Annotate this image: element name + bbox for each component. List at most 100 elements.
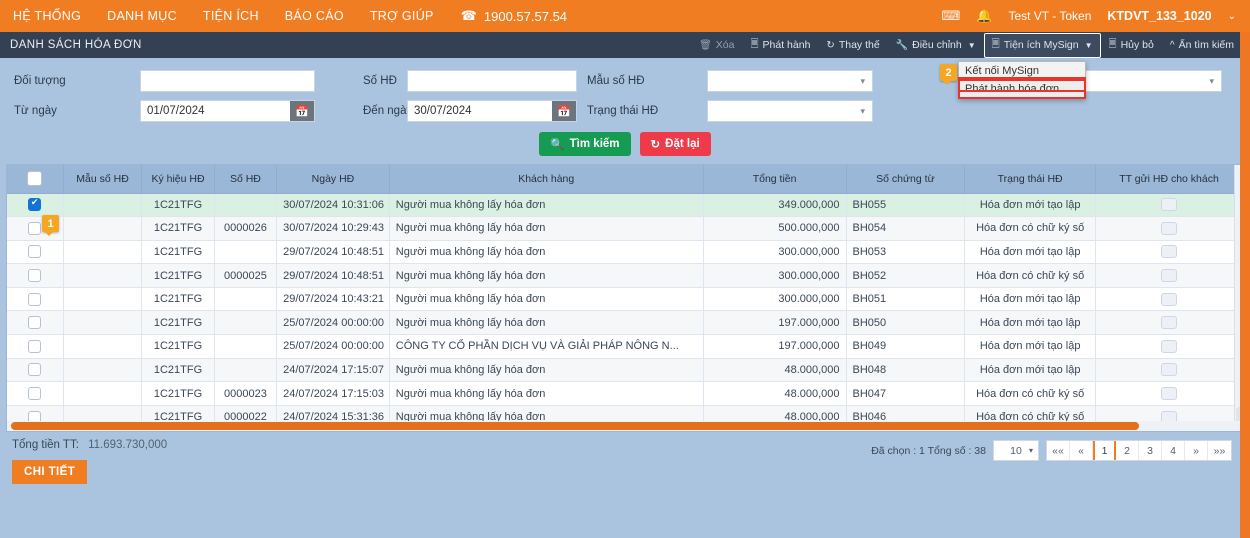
- user-code-label[interactable]: KTDVT_133_1020: [1107, 9, 1211, 23]
- table-row[interactable]: 1C21TFG 25/07/2024 00:00:00 Người mua khôn…: [7, 310, 1243, 336]
- table-horizontal-scrollbar[interactable]: [7, 421, 1243, 431]
- menu-item-tro-giup[interactable]: TRỢ GIÚP: [357, 9, 447, 23]
- cell-ky-hieu-hd: 1C21TFG: [141, 334, 215, 359]
- tu-ngay-value: 01/07/2024: [147, 105, 205, 117]
- menu-item-he-thong[interactable]: HỆ THỐNG: [0, 9, 94, 23]
- cell-tt-gui-hd[interactable]: [1095, 193, 1243, 218]
- table-row[interactable]: 1C21TFG 0000026 30/07/2024 10:29:43 Người m…: [7, 216, 1243, 241]
- row-checkbox-cell[interactable]: [7, 193, 64, 218]
- page-button[interactable]: 1: [1093, 441, 1116, 460]
- send-status-checkbox[interactable]: [1161, 245, 1178, 259]
- trang-thai-hd-select[interactable]: ▾: [707, 100, 873, 122]
- send-status-checkbox[interactable]: [1161, 387, 1178, 401]
- row-checkbox[interactable]: [28, 316, 42, 330]
- row-checkbox-cell[interactable]: [7, 287, 64, 312]
- calendar-icon[interactable]: 📅: [290, 101, 314, 121]
- den-ngay-input[interactable]: 30/07/2024 📅: [407, 100, 577, 122]
- send-status-checkbox[interactable]: [1161, 198, 1178, 212]
- select-all-checkbox[interactable]: [27, 171, 43, 187]
- table-row[interactable]: 1C21TFG 29/07/2024 10:48:51 Người mua khôn…: [7, 240, 1243, 265]
- page-button[interactable]: »»: [1208, 441, 1231, 460]
- row-checkbox[interactable]: [28, 197, 42, 212]
- row-checkbox-cell[interactable]: [7, 263, 64, 288]
- cell-so-hd: [214, 310, 278, 336]
- toolbar-adjust-button[interactable]: 🔧 Điều chỉnh ▼: [888, 35, 984, 55]
- send-status-checkbox[interactable]: [1161, 269, 1178, 283]
- row-checkbox-cell[interactable]: [7, 381, 64, 406]
- cell-tt-gui-hd[interactable]: [1095, 334, 1243, 359]
- reset-button[interactable]: ↻ Đặt lại: [639, 132, 711, 156]
- row-checkbox[interactable]: [28, 387, 42, 401]
- cell-tt-gui-hd[interactable]: [1095, 263, 1243, 288]
- cell-tt-gui-hd[interactable]: [1095, 216, 1243, 241]
- invoice-table: Mẫu số HĐ Ký hiệu HĐ Số HĐ Ngày HĐ Khách…: [7, 165, 1243, 430]
- toolbar-delete-button[interactable]: 🗑 Xóa: [691, 35, 742, 55]
- cell-tt-gui-hd[interactable]: [1095, 381, 1243, 406]
- keyboard-icon[interactable]: ⌨: [941, 8, 960, 24]
- chevron-down-icon[interactable]: ⌄: [1228, 11, 1236, 22]
- toolbar-mysign-button[interactable]: 🗏 Tiện ích MySign ▼: [983, 32, 1101, 58]
- send-status-checkbox[interactable]: [1161, 339, 1178, 353]
- cell-tt-gui-hd[interactable]: [1095, 310, 1243, 336]
- row-checkbox[interactable]: [28, 245, 42, 259]
- row-checkbox[interactable]: [28, 221, 42, 235]
- cell-khach-hang: CÔNG TY CỔ PHẦN DỊCH VỤ VÀ GIẢI PHÁP NÔN…: [389, 334, 704, 359]
- so-hd-input[interactable]: [407, 70, 577, 92]
- page-button[interactable]: 4: [1162, 441, 1185, 460]
- row-checkbox[interactable]: [28, 339, 42, 353]
- header-select-all[interactable]: [7, 165, 64, 194]
- send-status-checkbox[interactable]: [1161, 363, 1178, 377]
- row-checkbox[interactable]: [28, 292, 42, 306]
- cell-tt-gui-hd[interactable]: [1095, 358, 1243, 383]
- row-checkbox-cell[interactable]: [7, 240, 64, 265]
- page-buttons: «« «1 2 3 4»»»: [1046, 440, 1232, 461]
- dropdown-item-phat-hanh-hoa-don[interactable]: Phát hành hóa đơn: [958, 79, 1086, 99]
- mau-so-hd-select[interactable]: ▾: [707, 70, 873, 92]
- table-row[interactable]: 1C21TFG 30/07/2024 10:31:06Người mua khôn…: [7, 193, 1243, 218]
- cell-so-hd: [214, 193, 278, 218]
- mysign-dropdown-menu[interactable]: Kết nối MySign Phát hành hóa đơn: [958, 61, 1086, 99]
- page-button[interactable]: 2: [1116, 441, 1139, 460]
- table-row[interactable]: 1C21TFG 24/07/2024 17:15:07 Người mua khôn…: [7, 358, 1243, 383]
- tu-ngay-input[interactable]: 01/07/2024 📅: [140, 100, 315, 122]
- bell-icon[interactable]: 🔔: [976, 8, 992, 24]
- cell-tt-gui-hd[interactable]: [1095, 240, 1243, 265]
- toolbar-hide-search-button[interactable]: ^ Ẩn tìm kiếm: [1162, 35, 1242, 55]
- table-row[interactable]: 1C21TFG 0000023 24/07/2024 17:15:03 Người m…: [7, 381, 1243, 406]
- search-button[interactable]: 🔍 Tìm kiếm: [539, 132, 631, 156]
- row-checkbox-cell[interactable]: [7, 310, 64, 336]
- row-checkbox-cell[interactable]: [7, 334, 64, 359]
- doi-tuong-input[interactable]: [140, 70, 315, 92]
- menu-item-danh-muc[interactable]: DANH MỤC: [94, 9, 190, 23]
- detail-button[interactable]: CHI TIẾT: [12, 460, 88, 484]
- page-button[interactable]: »: [1185, 441, 1208, 460]
- chevron-down-icon: ▾: [860, 105, 865, 116]
- menu-item-tien-ich[interactable]: TIỆN ÍCH: [190, 9, 272, 23]
- table-row[interactable]: 1C21TFG 0000025 29/07/2024 10:48:51 Người m…: [7, 263, 1243, 288]
- calendar-icon[interactable]: 📅: [552, 101, 576, 121]
- row-checkbox[interactable]: [28, 363, 42, 377]
- row-checkbox[interactable]: [28, 269, 42, 283]
- page-size-select[interactable]: 10 ▾: [993, 440, 1039, 461]
- toolbar-replace-button[interactable]: ↻ Thay thế: [818, 35, 887, 55]
- table-row[interactable]: 1C21TFG 25/07/2024 00:00:00 CÔNG TY CỔ PHẦ…: [7, 334, 1243, 359]
- step-badge-2: 2: [940, 64, 957, 85]
- toolbar-cancel-button[interactable]: 🗏 Hủy bỏ: [1101, 33, 1162, 58]
- page-button[interactable]: 3: [1139, 441, 1162, 460]
- table-row[interactable]: 1C21TFG 29/07/2024 10:43:21 Người mua khôn…: [7, 287, 1243, 312]
- send-status-checkbox[interactable]: [1161, 292, 1178, 306]
- page-button[interactable]: ««: [1047, 441, 1070, 460]
- pagination: Đã chọn : 1 Tổng số : 38 10 ▾ «« «1 2 3 4»»»: [871, 440, 1232, 461]
- cell-so-hd: [214, 358, 278, 383]
- menu-item-bao-cao[interactable]: BÁO CÁO: [272, 9, 357, 23]
- row-checkbox-cell[interactable]: [7, 358, 64, 383]
- horizontal-scroll-thumb[interactable]: [11, 422, 1139, 430]
- toolbar-publish-button[interactable]: 🗏 Phát hành: [742, 33, 818, 58]
- cell-khach-hang: Người mua không lấy hóa đơn: [389, 240, 704, 265]
- send-status-checkbox[interactable]: [1161, 221, 1178, 235]
- toolbar-mysign-label: Tiện ích MySign: [1003, 39, 1079, 51]
- page-button[interactable]: «: [1070, 441, 1093, 460]
- dropdown-item-ket-noi-mysign[interactable]: Kết nối MySign: [959, 62, 1085, 80]
- send-status-checkbox[interactable]: [1161, 316, 1178, 330]
- cell-tt-gui-hd[interactable]: [1095, 287, 1243, 312]
